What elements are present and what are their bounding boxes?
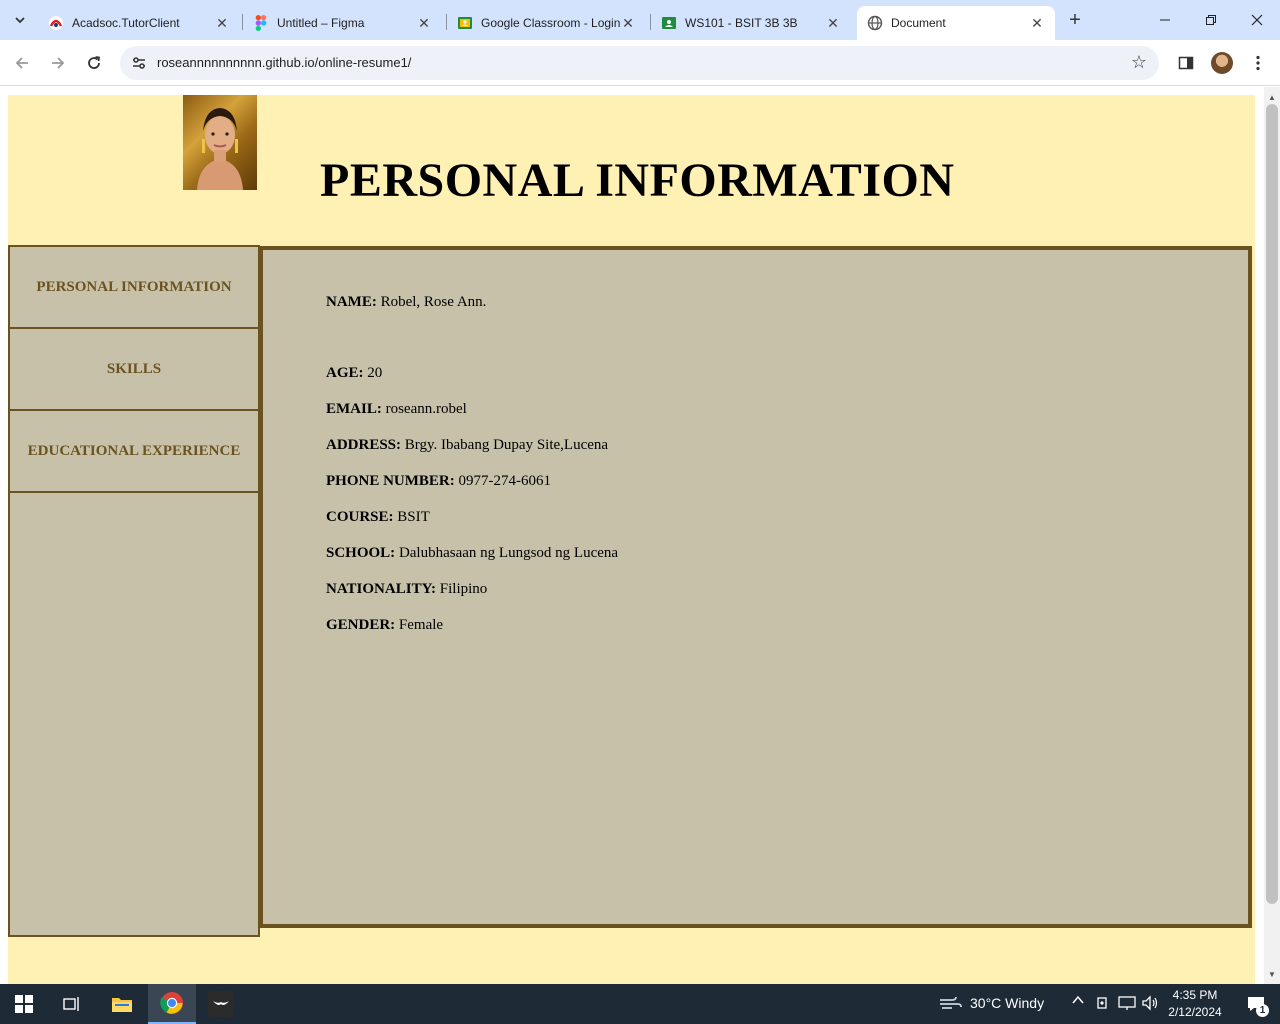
info-gender: GENDER: Female [326,617,444,633]
close-icon[interactable]: ✕ [1029,15,1045,31]
scroll-down-arrow-icon[interactable]: ▼ [1264,966,1280,982]
info-course: COURSE: BSIT [326,509,430,525]
site-settings-icon[interactable] [130,54,148,72]
browser-toolbar: roseannnnnnnnnn.github.io/online-resume1… [0,40,1280,86]
side-panel-icon [1178,56,1194,70]
info-nationality: NATIONALITY: Filipino [326,581,488,597]
tab-google-classroom[interactable]: Google Classroom - Login ✕ [447,6,646,40]
file-explorer-button[interactable] [98,984,146,1024]
restore-icon [1206,15,1216,25]
profile-avatar [1211,52,1233,74]
url-text: roseannnnnnnnnn.github.io/online-resume1… [157,55,412,70]
menu-button[interactable] [1244,49,1272,77]
scroll-thumb[interactable] [1266,104,1278,904]
acadsoc-icon [48,15,64,31]
clock[interactable]: 4:35 PM 2/12/2024 [1160,987,1230,1021]
profile-photo [183,95,257,190]
network-icon[interactable] [1118,995,1136,1014]
page-viewport: PERSONAL INFORMATION PERSONAL INFORMATIO… [0,87,1264,984]
app-taskbar-button[interactable] [197,984,245,1024]
windows-taskbar: 30°C Windy 4:35 PM 2/12/2024 1 [0,984,1280,1024]
globe-icon [867,15,883,31]
classroom-icon [457,15,473,31]
task-view-icon [63,997,79,1011]
windows-logo-icon [15,995,33,1013]
nav-educational-experience[interactable]: EDUCATIONAL EXPERIENCE [10,411,258,493]
notification-center-button[interactable]: 1 [1232,984,1280,1024]
reload-button[interactable] [80,49,108,77]
tab-acadsoc[interactable]: Acadsoc.TutorClient ✕ [38,6,240,40]
tab-search-button[interactable] [6,6,34,34]
weather-icon[interactable] [938,995,962,1016]
resume-page: PERSONAL INFORMATION PERSONAL INFORMATIO… [8,95,1255,984]
tab-title: WS101 - BSIT 3B 3B [685,16,798,30]
chrome-icon [160,992,183,1014]
info-address: ADDRESS: Brgy. Ibabang Dupay Site,Lucena [326,437,609,453]
minimize-icon [1160,19,1170,21]
restore-button[interactable] [1188,0,1234,40]
notification-count-badge: 1 [1256,1004,1269,1017]
info-email: EMAIL: roseann.robel [326,401,467,417]
arrow-left-icon [15,57,28,69]
bird-app-icon [208,991,234,1017]
tab-ws101[interactable]: WS101 - BSIT 3B 3B ✕ [651,6,851,40]
sidebar-nav: PERSONAL INFORMATION SKILLS EDUCATIONAL … [8,245,260,937]
back-button[interactable] [8,49,36,77]
start-button[interactable] [0,984,48,1024]
meet-icon[interactable] [1096,995,1110,1014]
tab-title: Acadsoc.TutorClient [72,16,180,30]
info-school: SCHOOL: Dalubhasaan ng Lungsod ng Lucena [326,545,619,561]
volume-icon[interactable] [1141,995,1159,1014]
weather-text[interactable]: 30°C Windy [970,995,1044,1011]
clock-time: 4:35 PM [1172,988,1218,1002]
vertical-scrollbar[interactable]: ▲ ▼ [1264,87,1280,984]
address-bar[interactable]: roseannnnnnnnnn.github.io/online-resume1… [120,46,1159,80]
bookmark-star-icon[interactable]: ☆ [1131,52,1147,73]
tab-title: Document [891,16,946,30]
task-view-button[interactable] [48,984,96,1024]
close-icon[interactable]: ✕ [825,15,841,31]
tab-figma[interactable]: Untitled – Figma ✕ [243,6,442,40]
info-phone: PHONE NUMBER: 0977-274-6061 [326,473,551,489]
classroom-icon [661,15,677,31]
profile-button[interactable] [1208,49,1236,77]
page-title: PERSONAL INFORMATION [320,154,955,207]
folder-icon [112,998,132,1012]
nav-skills[interactable]: SKILLS [10,329,258,411]
chrome-taskbar-button[interactable] [148,984,196,1024]
close-icon[interactable]: ✕ [214,15,230,31]
figma-icon [253,15,269,31]
info-name: NAME: Robel, Rose Ann. [326,294,487,310]
new-tab-button[interactable]: + [1063,8,1087,32]
chevron-up-icon[interactable] [1071,993,1085,1010]
tab-document[interactable]: Document ✕ [857,6,1055,40]
more-vert-icon [1256,55,1260,71]
close-window-button[interactable] [1234,0,1280,40]
clock-date: 2/12/2024 [1168,1005,1222,1019]
tab-title: Google Classroom - Login [481,16,620,30]
scroll-up-arrow-icon[interactable]: ▲ [1264,89,1280,105]
close-icon[interactable]: ✕ [416,15,432,31]
chevron-down-icon [15,17,25,24]
tab-strip: Acadsoc.TutorClient ✕ Untitled – Figma ✕… [0,0,1280,40]
nav-personal-information[interactable]: PERSONAL INFORMATION [10,247,258,329]
side-panel-button[interactable] [1172,49,1200,77]
close-icon [1251,14,1263,26]
personal-info-panel: NAME: Robel, Rose Ann. AGE: 20 EMAIL: ro… [259,246,1252,928]
reload-icon [88,56,101,69]
forward-button[interactable] [44,49,72,77]
arrow-right-icon [52,57,65,69]
minimize-button[interactable] [1142,0,1188,40]
close-icon[interactable]: ✕ [620,15,636,31]
info-age: AGE: 20 [326,365,383,381]
tab-title: Untitled – Figma [277,16,365,30]
